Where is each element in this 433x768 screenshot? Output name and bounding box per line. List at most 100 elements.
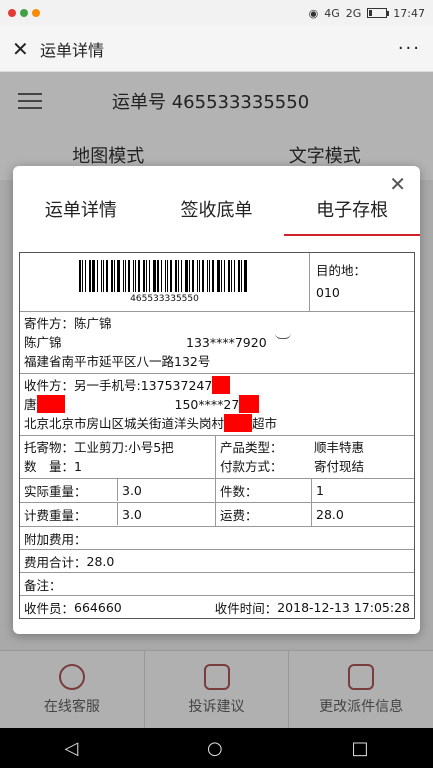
extra-fee-label: 附加费用： xyxy=(24,531,87,547)
pay-label: 付款方式： xyxy=(220,459,283,474)
complaint-label: 投诉建议 xyxy=(188,698,245,715)
waybill-header: 运单号 465533335550 xyxy=(0,72,433,130)
waybill-number-title: 运单号 465533335550 xyxy=(112,92,310,113)
goods-label: 托寄物： xyxy=(24,440,75,455)
freight-label: 运费： xyxy=(216,503,312,526)
status-bar: ◉ 4G 2G 17:47 xyxy=(0,0,433,26)
online-service-button[interactable]: 在线客服 xyxy=(0,651,145,728)
change-delivery-button[interactable]: 更改派件信息 xyxy=(289,651,433,728)
barcode-bar xyxy=(143,260,145,292)
qty-value: 1 xyxy=(74,459,82,474)
actual-weight-value: 3.0 xyxy=(118,479,216,502)
barcode-bar xyxy=(231,260,232,292)
redaction xyxy=(36,395,65,413)
barcode-bar xyxy=(185,260,188,292)
home-icon[interactable]: ○ xyxy=(207,738,223,759)
receiver-address-suffix: 超市 xyxy=(252,416,278,431)
total-label: 费用合计： xyxy=(24,554,87,570)
hidden-eye-icon[interactable] xyxy=(274,333,291,339)
barcode-number: 465533335550 xyxy=(130,294,199,304)
barcode-bar xyxy=(157,260,159,292)
barcode-bar xyxy=(224,260,225,292)
barcode-bar xyxy=(117,260,120,292)
barcode-bar xyxy=(123,260,124,292)
barcode-bar xyxy=(82,260,83,292)
barcode-bar xyxy=(192,260,194,292)
barcode-bar xyxy=(221,260,222,292)
barcode-bar xyxy=(106,260,108,292)
barcode-bar xyxy=(149,260,150,292)
barcode-bar xyxy=(111,260,113,292)
total-fee: 费用合计： 28.0 xyxy=(20,550,118,572)
webview-title-bar: ✕ 运单详情 ··· xyxy=(0,26,433,72)
tab-electronic-stub[interactable]: 电子存根 xyxy=(284,190,421,236)
courier-label: 收件员： xyxy=(24,600,75,616)
barcode-bar xyxy=(153,260,156,292)
electronic-waybill: 465533335550 目的地： 010 寄件方： 陈广锦 陈广锦 133****… xyxy=(19,252,415,619)
barcode-bar xyxy=(133,260,134,292)
product-label: 产品类型： xyxy=(220,440,283,455)
receiver-label: 收件方： xyxy=(24,378,75,393)
total-value: 28.0 xyxy=(86,553,115,569)
barcode-bar xyxy=(146,260,147,292)
barcode-bar xyxy=(103,260,104,292)
goods-cell: 托寄物： 工业剪刀:小号5把 数 量： 1 xyxy=(20,436,216,478)
pieces-value: 1 xyxy=(316,483,324,498)
barcode-bar xyxy=(165,260,166,292)
product-value: 顺丰特惠 xyxy=(314,440,365,455)
tab-map-mode[interactable]: 地图模式 xyxy=(72,142,144,168)
menu-icon[interactable] xyxy=(18,100,42,102)
courier-value: 664660 xyxy=(74,599,122,615)
freight-value: 28.0 xyxy=(316,507,344,522)
tab-sign-receipt[interactable]: 签收底单 xyxy=(149,190,285,236)
actual-weight-label: 实际重量： xyxy=(20,479,118,501)
barcode-bar xyxy=(79,260,81,292)
charge-weight-value: 3.0 xyxy=(118,503,216,526)
app-notification-icon xyxy=(8,9,16,17)
close-icon[interactable]: ✕ xyxy=(12,37,40,61)
barcode-bar xyxy=(175,260,177,292)
charge-weight-label: 计费重量： xyxy=(20,503,118,525)
barcode-bar xyxy=(199,260,200,292)
edit-icon xyxy=(203,663,230,690)
destination-label: 目的地： xyxy=(316,263,367,278)
goods-value: 工业剪刀:小号5把 xyxy=(74,440,174,455)
barcode-bar xyxy=(234,260,235,292)
barcode-bar xyxy=(101,260,102,292)
sender-address: 福建省南平市延平区八一路132号 xyxy=(24,354,211,369)
barcode xyxy=(79,260,250,292)
tab-waybill-detail[interactable]: 运单详情 xyxy=(13,190,149,236)
remark-label: 备注： xyxy=(24,577,62,593)
barcode-bar xyxy=(228,260,230,292)
recent-apps-icon[interactable]: □ xyxy=(352,738,369,759)
more-menu-icon[interactable]: ··· xyxy=(398,38,421,59)
sender-phone: 133****7920 xyxy=(186,335,267,350)
app-notification-icon-2 xyxy=(20,9,28,17)
headset-icon xyxy=(58,663,85,690)
time-value: 2018-12-13 17:05:28 xyxy=(277,599,410,615)
barcode-bar xyxy=(178,260,179,292)
barcode-bar xyxy=(207,260,208,292)
back-icon[interactable]: ◁ xyxy=(64,738,78,759)
barcode-bar xyxy=(138,260,140,292)
receiver-phone: 150****27 xyxy=(174,397,240,412)
barcode-bar xyxy=(202,260,204,292)
sender-name: 陈广锦 xyxy=(74,316,112,331)
time-label: 收件时间： xyxy=(214,600,278,616)
complaint-button[interactable]: 投诉建议 xyxy=(145,651,290,728)
redaction xyxy=(224,414,253,432)
barcode-bar xyxy=(181,260,182,292)
receiver-block: 收件方： 另一手机号:137537247 唐 150****27 北京北京市房山区城… xyxy=(20,374,414,435)
sender-label: 寄件方： xyxy=(24,316,75,331)
eye-comfort-icon: ◉ xyxy=(308,6,319,20)
page-title: 运单详情 xyxy=(40,40,105,60)
destination-cell: 目的地： 010 xyxy=(310,253,370,311)
barcode-bar xyxy=(197,260,198,292)
tab-text-mode[interactable]: 文字模式 xyxy=(289,142,361,168)
product-cell: 产品类型： 顺丰特惠 付款方式： 寄付现结 xyxy=(216,436,414,478)
status-time: 17:47 xyxy=(393,6,425,20)
barcode-bar xyxy=(170,260,172,292)
qty-label: 数 量： xyxy=(24,459,75,474)
barcode-bar xyxy=(161,260,162,292)
barcode-cell: 465533335550 xyxy=(20,253,310,311)
